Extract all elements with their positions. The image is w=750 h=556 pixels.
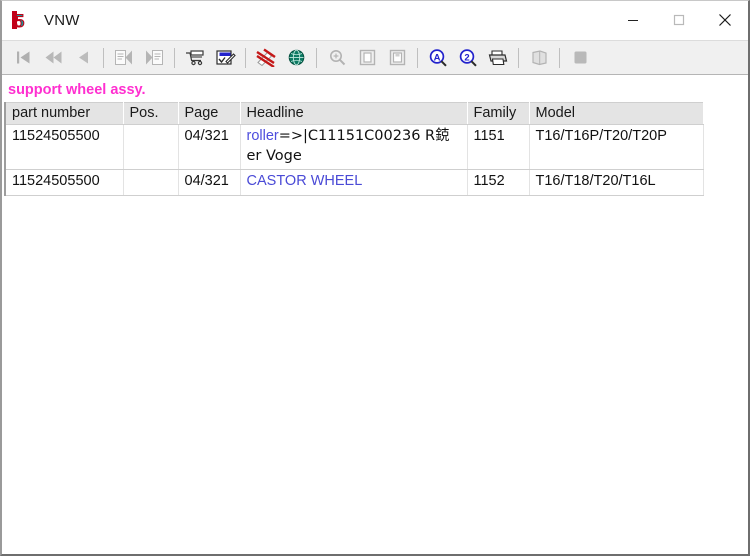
content-area: support wheel assy. part number Pos. Pag… — [2, 75, 748, 554]
stop-button[interactable] — [565, 43, 595, 72]
column-header-family[interactable]: Family — [467, 103, 529, 125]
column-header-pos[interactable]: Pos. — [123, 103, 178, 125]
close-button[interactable] — [702, 1, 748, 39]
results-table: part number Pos. Page Headline Family Mo… — [4, 102, 704, 196]
maximize-button[interactable] — [656, 1, 702, 39]
separator-3 — [245, 48, 246, 68]
zoom-button[interactable] — [322, 43, 352, 72]
separator-2 — [174, 48, 175, 68]
shopping-cart-button[interactable] — [180, 43, 210, 72]
separator-5 — [417, 48, 418, 68]
first-record-button[interactable] — [8, 43, 38, 72]
table-row[interactable]: 11524505500 04/321 roller=>|C11151C00236… — [5, 125, 703, 170]
window-title: VNW — [44, 12, 80, 29]
column-header-part-number[interactable]: part number — [5, 103, 123, 125]
separator-1 — [103, 48, 104, 68]
table-row[interactable]: 11524505500 04/321 CASTOR WHEEL 1152 T16… — [5, 170, 703, 196]
cell-family: 1152 — [467, 170, 529, 196]
cell-family: 1151 — [467, 125, 529, 170]
separator-6 — [518, 48, 519, 68]
headline-link[interactable]: roller — [247, 128, 279, 144]
table-header-row: part number Pos. Page Headline Family Mo… — [5, 103, 703, 125]
app-window: 5 VNW — [0, 0, 750, 556]
clear-markup-button[interactable] — [251, 43, 281, 72]
vnw-logo-icon: 5 — [11, 9, 33, 31]
separator-7 — [559, 48, 560, 68]
result-heading: support wheel assy. — [2, 75, 748, 102]
column-header-headline[interactable]: Headline — [240, 103, 467, 125]
cell-headline: CASTOR WHEEL — [240, 170, 467, 196]
svg-text:5: 5 — [15, 11, 25, 31]
title-bar: 5 VNW — [2, 1, 748, 40]
web-catalog-button[interactable] — [281, 43, 311, 72]
svg-text:A: A — [433, 52, 440, 63]
cell-pos — [123, 125, 178, 170]
page-save-button[interactable] — [382, 43, 412, 72]
cell-page: 04/321 — [178, 125, 240, 170]
next-page-button[interactable] — [139, 43, 169, 72]
column-header-page[interactable]: Page — [178, 103, 240, 125]
previous-page-button[interactable] — [109, 43, 139, 72]
fast-rewind-button[interactable] — [38, 43, 68, 72]
cell-part-number: 11524505500 — [5, 125, 123, 170]
cell-pos — [123, 170, 178, 196]
cell-model: T16/T16P/T20/T20P — [529, 125, 703, 170]
bookmark-button[interactable] — [524, 43, 554, 72]
search-2-button[interactable]: 2 — [453, 43, 483, 72]
separator-4 — [316, 48, 317, 68]
cell-model: T16/T18/T20/T16L — [529, 170, 703, 196]
caption-button-group — [610, 1, 748, 39]
print-button[interactable] — [483, 43, 513, 72]
headline-link[interactable]: CASTOR WHEEL — [247, 173, 363, 189]
column-header-model[interactable]: Model — [529, 103, 703, 125]
cell-headline: roller=>|C11151C00236 R鋴er Voge — [240, 125, 467, 170]
search-a-button[interactable]: A — [423, 43, 453, 72]
minimize-button[interactable] — [610, 1, 656, 39]
svg-text:2: 2 — [464, 52, 469, 63]
order-list-button[interactable] — [210, 43, 240, 72]
previous-record-button[interactable] — [68, 43, 98, 72]
page-view-button[interactable] — [352, 43, 382, 72]
cell-part-number: 11524505500 — [5, 170, 123, 196]
main-toolbar: A 2 — [2, 40, 748, 75]
cell-page: 04/321 — [178, 170, 240, 196]
